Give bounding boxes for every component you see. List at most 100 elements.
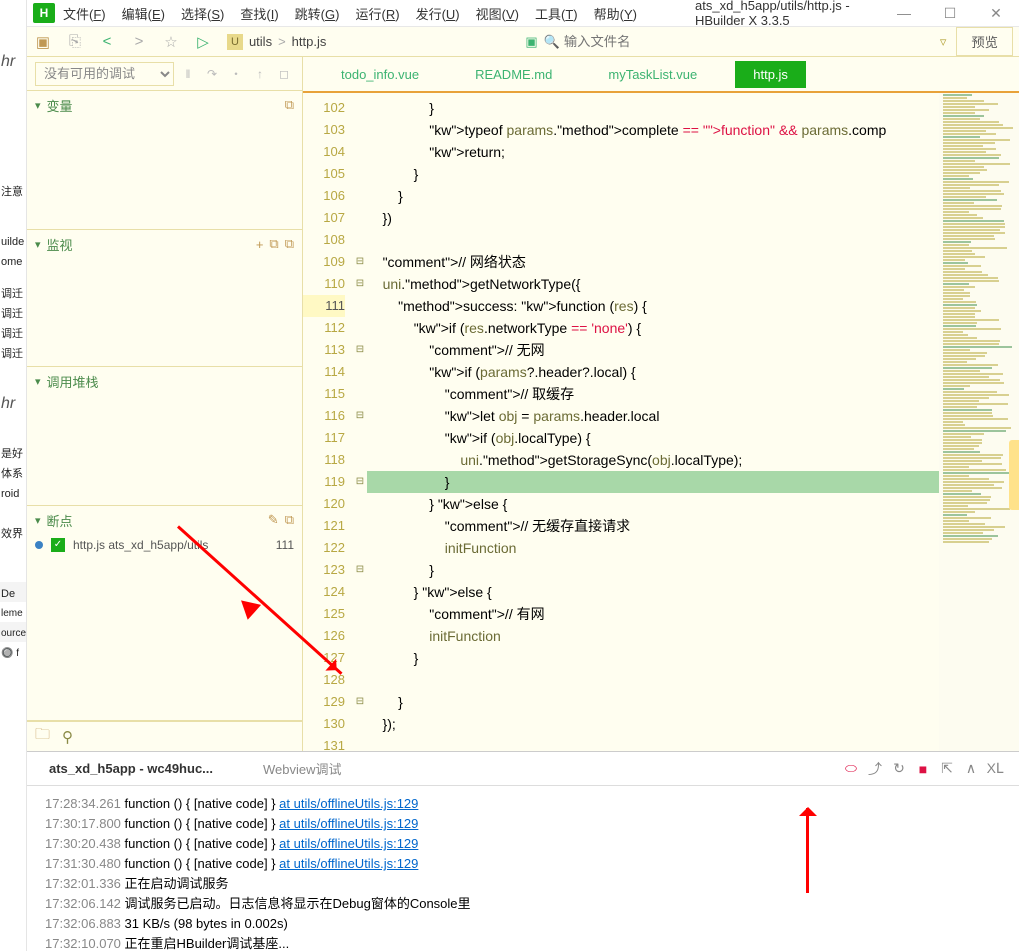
right-edge-marker <box>1009 440 1019 510</box>
callstack-body <box>27 395 302 505</box>
console-panel: ats_xd_h5app - wc49huc... Webview调试 ⬭ ⤴ … <box>27 751 1019 951</box>
breakpoint-label: http.js ats_xd_h5app/utils <box>73 538 276 552</box>
tab-http[interactable]: http.js <box>735 61 806 88</box>
menu-help[interactable]: 帮助(Y) <box>586 4 645 23</box>
preview-button[interactable]: 预览 <box>956 27 1013 56</box>
clear-icon[interactable]: ⧉ <box>285 236 294 252</box>
editor-tabs: todo_info.vue README.md myTaskList.vue h… <box>303 57 1019 91</box>
nav-forward-icon[interactable]: > <box>123 33 155 50</box>
editor: todo_info.vue README.md myTaskList.vue h… <box>303 57 1019 751</box>
console-export-icon[interactable]: ⇱ <box>935 760 959 777</box>
console-pin-icon[interactable]: ⤴ <box>863 759 887 779</box>
breakpoint-dot-icon <box>35 541 43 549</box>
close-button[interactable]: ✕ <box>973 0 1019 27</box>
debug-stepinto-icon[interactable]: ・ <box>226 65 246 82</box>
breadcrumb-root-icon: U <box>227 34 243 50</box>
monitor-section: ▾ 监视 + ⧉ ⧉ <box>27 230 302 367</box>
console-stop-icon[interactable]: ■ <box>911 761 935 777</box>
menu-goto[interactable]: 跳转(G) <box>287 4 348 23</box>
variables-title: 变量 <box>47 96 279 115</box>
menu-file[interactable]: 文件(F) <box>55 4 114 23</box>
callstack-section: ▾ 调用堆栈 <box>27 367 302 506</box>
console-tab-webview[interactable]: Webview调试 <box>253 753 352 784</box>
edit-icon[interactable]: ✎ <box>268 512 279 528</box>
star-icon[interactable]: ☆ <box>155 33 187 51</box>
tab-icon[interactable]: ⎘ <box>59 33 91 50</box>
tab-readme[interactable]: README.md <box>457 61 570 88</box>
tab-mytasklist[interactable]: myTaskList.vue <box>590 61 715 88</box>
debug-stepout-icon[interactable]: ↑ <box>250 67 270 81</box>
fold-gutter: ⊟⊟⊟⊟⊟⊟⊟ <box>353 93 367 751</box>
debug-stepover-icon[interactable]: ↷ <box>202 67 222 81</box>
console-body[interactable]: 17:28:34.261 function () { [native code]… <box>27 786 1019 951</box>
menu-publish[interactable]: 发行(U) <box>408 4 468 23</box>
menu-edit[interactable]: 编辑(E) <box>114 4 173 23</box>
chevron-down-icon: ▾ <box>35 375 41 388</box>
debug-stop-icon[interactable]: ◻ <box>274 67 294 81</box>
copy-icon[interactable]: ⧉ <box>285 512 294 528</box>
copy-icon[interactable]: ⧉ <box>269 236 278 252</box>
monitor-header[interactable]: ▾ 监视 + ⧉ ⧉ <box>27 230 302 258</box>
maximize-button[interactable]: ☐ <box>927 0 973 27</box>
minimize-button[interactable]: — <box>881 0 927 27</box>
variables-section: ▾ 变量 ⧉ <box>27 91 302 230</box>
menu-select[interactable]: 选择(S) <box>173 4 232 23</box>
code-area[interactable]: 1021031041051061071081091101111121131141… <box>303 91 1019 751</box>
breadcrumb-file[interactable]: http.js <box>286 34 333 49</box>
title-bar: H 文件(F) 编辑(E) 选择(S) 查找(I) 跳转(G) 运行(R) 发行… <box>27 0 1019 27</box>
menu-view[interactable]: 视图(V) <box>468 4 527 23</box>
breadcrumb: U utils > http.js <box>227 34 332 50</box>
search-wrap: ▣ 🔍 <box>525 34 859 50</box>
chevron-down-icon: ▾ <box>35 99 41 112</box>
panel-footer: 🗀 ⚲ <box>27 721 302 751</box>
breakpoint-row[interactable]: ✓ http.js ats_xd_h5app/utils 111 <box>27 534 302 556</box>
run-icon[interactable]: ▷ <box>187 33 219 51</box>
console-close-icon[interactable]: XԼ <box>983 760 1007 777</box>
debug-config-select[interactable]: 没有可用的调试 <box>35 62 174 86</box>
folder-icon[interactable]: 🗀 <box>35 724 50 749</box>
menu-tools[interactable]: 工具(T) <box>527 4 586 23</box>
back-panel-icon[interactable]: ▣ <box>27 33 59 51</box>
minimap[interactable] <box>939 93 1019 751</box>
chevron-down-icon: ▾ <box>35 514 41 527</box>
console-restart-icon[interactable]: ↻ <box>887 760 911 777</box>
toolbar: ▣ ⎘ < > ☆ ▷ U utils > http.js ▣ 🔍 ▿ 预览 <box>27 27 1019 57</box>
monitor-title: 监视 <box>47 235 250 254</box>
breadcrumb-root[interactable]: utils <box>243 34 278 49</box>
tab-todo-info[interactable]: todo_info.vue <box>323 61 437 88</box>
filter-icon[interactable]: ▿ <box>940 34 947 50</box>
callstack-header[interactable]: ▾ 调用堆栈 <box>27 367 302 395</box>
breakpoints-body: ✓ http.js ats_xd_h5app/utils 111 <box>27 534 302 624</box>
breadcrumb-sep: > <box>278 34 286 49</box>
monitor-body <box>27 258 302 366</box>
app-logo: H <box>33 3 55 23</box>
debug-config-bar: 没有可用的调试 ‖ ↷ ・ ↑ ◻ <box>27 57 302 91</box>
console-collapse-icon[interactable]: ∧ <box>959 760 983 777</box>
bug-icon[interactable]: ⚲ <box>62 728 73 746</box>
debug-panel: 没有可用的调试 ‖ ↷ ・ ↑ ◻ ▾ 变量 ⧉ ▾ 监视 + ⧉ ⧉ <box>27 57 303 751</box>
breakpoint-line: 111 <box>276 538 294 552</box>
menu-run[interactable]: 运行(R) <box>347 4 407 23</box>
breakpoint-checkbox[interactable]: ✓ <box>51 538 65 552</box>
annotation-arrow-2 <box>806 808 809 893</box>
nav-back-icon[interactable]: < <box>91 33 123 50</box>
line-gutter: 1021031041051061071081091101111121131141… <box>303 93 353 751</box>
search-scope-icon[interactable]: ▣ <box>525 34 537 50</box>
copy-icon[interactable]: ⧉ <box>285 97 294 113</box>
app-title: ats_xd_h5app/utils/http.js - HBuilder X … <box>695 0 881 28</box>
breakpoints-header[interactable]: ▾ 断点 ✎ ⧉ <box>27 506 302 534</box>
console-tab-active[interactable]: ats_xd_h5app - wc49huc... <box>39 755 223 782</box>
menu-find[interactable]: 查找(I) <box>232 4 286 23</box>
add-icon[interactable]: + <box>256 237 264 252</box>
code-content[interactable]: } "kw">typeof params."method">complete =… <box>367 93 939 751</box>
chevron-down-icon: ▾ <box>35 238 41 251</box>
console-tabs: ats_xd_h5app - wc49huc... Webview调试 ⬭ ⤴ … <box>27 752 1019 786</box>
variables-body <box>27 119 302 229</box>
search-input[interactable] <box>560 34 860 49</box>
breakpoints-section: ▾ 断点 ✎ ⧉ ✓ http.js ats_xd_h5app/utils 11… <box>27 506 302 721</box>
debug-bug-icon[interactable]: ⬭ <box>839 760 863 777</box>
left-cutoff: hr 注意 uilde ome 调迁 调迁 调迁 调迁 hr 是好 体系 roi… <box>0 0 27 951</box>
variables-header[interactable]: ▾ 变量 ⧉ <box>27 91 302 119</box>
breakpoints-title: 断点 <box>47 511 262 530</box>
debug-pause-icon[interactable]: ‖ <box>178 67 198 81</box>
